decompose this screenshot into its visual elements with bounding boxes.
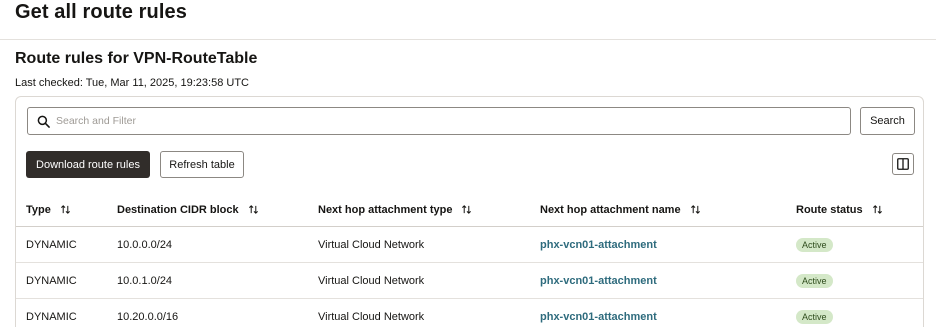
cell-route-status: Active	[796, 227, 833, 262]
sort-icon[interactable]	[248, 204, 259, 215]
status-badge: Active	[796, 273, 833, 288]
columns-icon	[897, 158, 909, 170]
search-box[interactable]	[27, 107, 851, 135]
page-title: Get all route rules	[15, 1, 187, 23]
cell-next-hop-name: phx-vcn01-attachment	[540, 227, 657, 262]
table-row: DYNAMIC 10.20.0.0/16 Virtual Cloud Netwo…	[16, 299, 923, 327]
attachment-link[interactable]: phx-vcn01-attachment	[540, 275, 657, 287]
sort-icon[interactable]	[60, 204, 71, 215]
status-badge: Active	[796, 309, 833, 324]
search-icon	[37, 115, 50, 128]
cell-next-hop-type: Virtual Cloud Network	[318, 274, 425, 287]
cell-next-hop-type: Virtual Cloud Network	[318, 310, 425, 323]
cell-type: DYNAMIC	[26, 274, 77, 287]
cell-next-hop-type: Virtual Cloud Network	[318, 238, 425, 251]
sort-icon[interactable]	[461, 204, 472, 215]
route-rules-panel: Search Download route rules Refresh tabl…	[15, 96, 924, 327]
cell-next-hop-name: phx-vcn01-attachment	[540, 299, 657, 327]
status-badge: Active	[796, 237, 833, 252]
table-row: DYNAMIC 10.0.1.0/24 Virtual Cloud Networ…	[16, 263, 923, 299]
attachment-link[interactable]: phx-vcn01-attachment	[540, 239, 657, 251]
last-checked-text: Last checked: Tue, Mar 11, 2025, 19:23:5…	[15, 77, 249, 89]
sort-icon[interactable]	[872, 204, 883, 215]
table-row: DYNAMIC 10.0.0.0/24 Virtual Cloud Networ…	[16, 227, 923, 263]
table-header-row: Type Destination CIDR block Next hop att…	[16, 193, 923, 227]
columns-toggle-button[interactable]	[892, 153, 914, 175]
sort-icon[interactable]	[690, 204, 701, 215]
cell-type: DYNAMIC	[26, 310, 77, 323]
cell-destination-cidr: 10.0.1.0/24	[117, 274, 173, 287]
cell-destination-cidr: 10.20.0.0/16	[117, 310, 179, 323]
refresh-table-button[interactable]: Refresh table	[160, 151, 244, 178]
attachment-link[interactable]: phx-vcn01-attachment	[540, 311, 657, 323]
column-header-destination-cidr[interactable]: Destination CIDR block	[117, 193, 259, 226]
cell-next-hop-name: phx-vcn01-attachment	[540, 263, 657, 298]
column-header-next-hop-type[interactable]: Next hop attachment type	[318, 193, 472, 226]
download-route-rules-button[interactable]: Download route rules	[26, 151, 150, 178]
column-header-next-hop-name[interactable]: Next hop attachment name	[540, 193, 701, 226]
cell-route-status: Active	[796, 299, 833, 327]
search-input[interactable]	[56, 109, 846, 133]
cell-type: DYNAMIC	[26, 238, 77, 251]
column-header-route-status[interactable]: Route status	[796, 193, 883, 226]
route-rules-table: Type Destination CIDR block Next hop att…	[16, 193, 923, 327]
column-header-type[interactable]: Type	[26, 193, 71, 226]
section-title: Route rules for VPN-RouteTable	[15, 50, 258, 67]
page-header: Get all route rules	[0, 0, 936, 40]
cell-route-status: Active	[796, 263, 833, 298]
cell-destination-cidr: 10.0.0.0/24	[117, 238, 173, 251]
search-button[interactable]: Search	[860, 107, 915, 135]
